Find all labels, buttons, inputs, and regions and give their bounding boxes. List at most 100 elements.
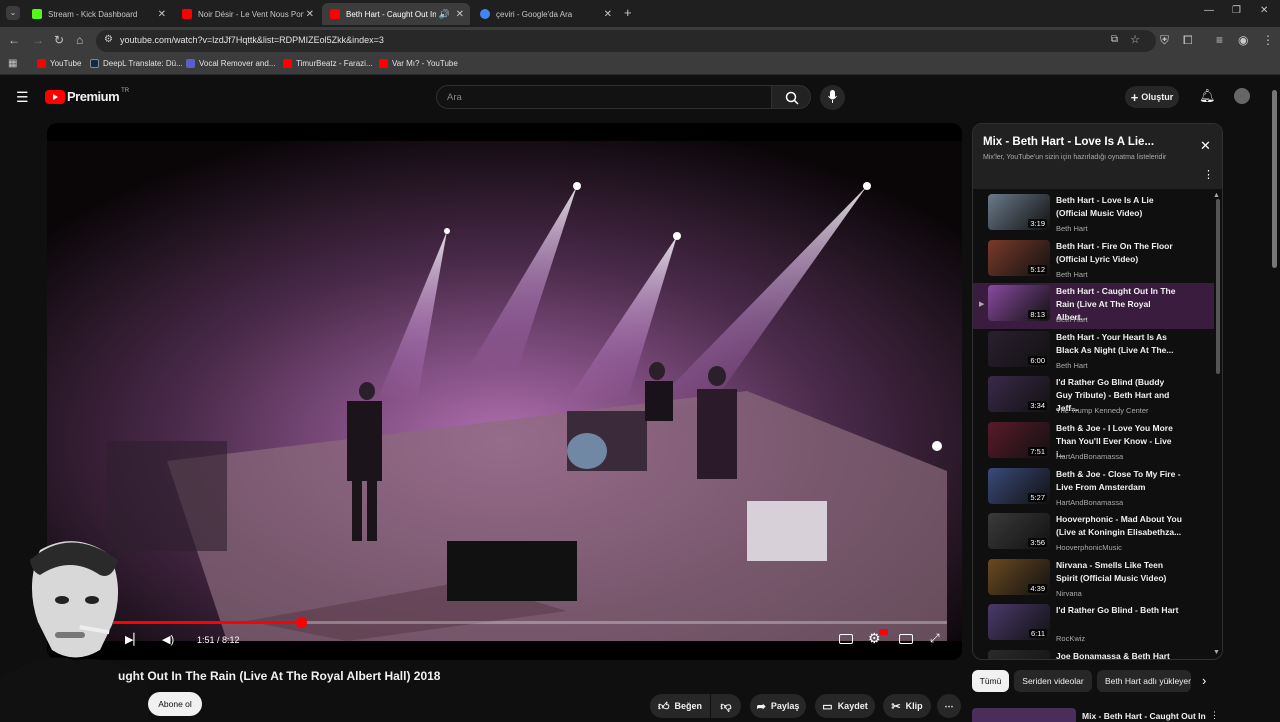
maximize-icon[interactable]: ❐ (1232, 5, 1241, 16)
new-tab-icon[interactable]: + (624, 5, 632, 20)
reload-icon[interactable]: ↻ (54, 33, 64, 47)
scroll-down-icon[interactable]: ▼ (1213, 649, 1220, 656)
close-window-icon[interactable]: ✕ (1260, 5, 1268, 16)
hd-badge (879, 629, 888, 635)
chip-uploader[interactable]: Beth Hart adlı yükleyen (1097, 670, 1191, 692)
tab-label: Beth Hart - Caught Out In T (346, 9, 436, 19)
profile-icon[interactable]: ◉ (1238, 33, 1248, 47)
streamer-webcam-overlay (0, 541, 148, 720)
close-playlist-icon[interactable]: ✕ (1200, 138, 1211, 154)
create-button[interactable]: + Oluştur (1125, 86, 1179, 108)
video-thumbnail: 3:56 (988, 513, 1050, 550)
video-title: Nirvana - Smells Like Teen Spirit (Offic… (1056, 559, 1167, 583)
clip-button[interactable]: ✂ Klip (883, 694, 931, 718)
close-tab-icon[interactable]: ✕ (158, 9, 166, 20)
notifications-bell-icon[interactable]: 🔔︎ (1199, 88, 1216, 104)
playlist-item-current[interactable]: ▶ 8:13 Beth Hart - Caught Out In The Rain … (973, 283, 1214, 330)
extension-shield-icon[interactable]: ⛨ (1160, 33, 1169, 48)
browser-menu-icon[interactable]: ⋮ (1262, 33, 1274, 47)
playlist-item[interactable]: Joe Bonamassa & Beth Hart (973, 648, 1214, 660)
video-thumbnail (988, 650, 1050, 659)
site-info-icon[interactable]: ⚙ (104, 34, 113, 45)
close-tab-icon[interactable]: ✕ (306, 9, 314, 20)
forward-icon[interactable]: → (32, 33, 44, 47)
close-tab-icon[interactable]: ✕ (604, 9, 612, 20)
more-actions-button[interactable]: ⋯ (937, 694, 961, 718)
playlist-item[interactable]: 5:27 Beth & Joe - Close To My Fire - Live… (973, 466, 1214, 512)
subscribe-button[interactable]: Abone ol (148, 692, 202, 716)
volume-icon[interactable]: ◀︎) (162, 633, 174, 646)
fullscreen-icon[interactable]: ⤢ (930, 631, 940, 646)
progress-bar[interactable] (113, 617, 947, 628)
playlist-menu-icon[interactable]: ⋮ (1203, 168, 1214, 181)
video-title: Beth Hart - Love Is A Lie (Official Musi… (1056, 195, 1154, 218)
search-button[interactable] (771, 85, 811, 109)
bookmark-star-icon[interactable]: ☆ (1130, 33, 1140, 46)
playlist-item[interactable]: 7:51 Beth & Joe - I Love You More Than Yo… (973, 420, 1214, 466)
subtitles-icon[interactable] (839, 634, 853, 644)
channel-name: Beth Hart (1056, 269, 1088, 279)
chip-all[interactable]: Tümü (972, 670, 1009, 692)
video-frame (47, 141, 962, 641)
save-button[interactable]: ▭ Kaydet (815, 694, 875, 718)
dislike-button[interactable]: 👎︎ (711, 694, 741, 718)
chip-series-videos[interactable]: Seriden videolar (1014, 670, 1092, 692)
playlist-title[interactable]: Mix - Beth Hart - Love Is A Lie... (983, 136, 1154, 148)
tab-label: çeviri - Google'da Ara (496, 9, 573, 19)
playlist-item[interactable]: 5:12 Beth Hart - Fire On The Floor (Offic… (973, 238, 1214, 284)
video-player[interactable]: ▶▏ ◀︎) 1:51 / 8:12 ⚙ ⤢ (47, 123, 962, 660)
bookmark-deepl[interactable]: DeepL Translate: Dü... (90, 59, 183, 68)
playlist-item[interactable]: 4:39 Nirvana - Smells Like Teen Spirit (O… (973, 557, 1214, 603)
video-duration: 3:56 (1028, 538, 1047, 548)
vocal-remover-icon (186, 59, 195, 68)
playlist-item[interactable]: 3:56 Hooverphonic - Mad About You (Live a… (973, 511, 1214, 557)
minimize-icon[interactable]: — (1204, 5, 1214, 16)
playlist-item[interactable]: 3:34 I'd Rather Go Blind (Buddy Guy Tribu… (973, 374, 1214, 420)
address-bar[interactable]: ⚙ youtube.com/watch?v=lzdJf7Hqttk&list=R… (96, 30, 1156, 52)
menu-hamburger-icon[interactable]: ☰ (16, 89, 29, 106)
bookmark-youtube[interactable]: YouTube (37, 59, 81, 68)
theater-mode-icon[interactable] (899, 634, 913, 644)
bookmark-timurbeatz[interactable]: TimurBeatz - Farazi... (283, 59, 373, 68)
apps-grid-icon[interactable]: ▦ (8, 58, 17, 69)
close-tab-icon[interactable]: ✕ (456, 9, 464, 20)
logo-region: TR (121, 87, 130, 94)
video-thumbnail: 5:27 (988, 467, 1050, 504)
like-button[interactable]: 👍︎ Beğen (650, 694, 710, 718)
tab-label: Noir Désir - Le Vent Nous Porte (198, 9, 304, 19)
channel-name: HartAndBonamassa (1056, 452, 1124, 461)
video-title: Joe Bonamassa & Beth Hart (1056, 651, 1170, 660)
tab-beth-hart[interactable]: Beth Hart - Caught Out In T 🔊 ✕ (322, 3, 470, 25)
youtube-premium-logo[interactable]: Premium TR (45, 87, 130, 104)
tab-kick-dashboard[interactable]: Stream - Kick Dashboard ✕ (24, 3, 172, 25)
scroll-up-icon[interactable]: ▲ (1213, 192, 1220, 199)
bookmark-var-mi[interactable]: Var Mı? - YouTube (379, 59, 458, 68)
playlist-item[interactable]: 6:00 Beth Hart - Your Heart Is As Black A… (973, 329, 1214, 375)
install-app-icon[interactable]: ⧉ (1111, 34, 1118, 45)
page-scrollbar[interactable] (1272, 90, 1277, 268)
playlist-scrollbar[interactable] (1216, 199, 1220, 374)
audio-playing-icon[interactable]: 🔊 (439, 9, 450, 20)
next-mix-menu-icon[interactable]: ⋮ (1210, 710, 1219, 721)
media-controls-icon[interactable]: ≡ (1216, 33, 1223, 47)
bookmark-vocal-remover[interactable]: Vocal Remover and... (186, 59, 275, 68)
home-icon[interactable]: ⌂ (76, 33, 83, 47)
channel-name: HooverphonicMusic (1056, 543, 1122, 553)
avatar[interactable] (1234, 88, 1250, 104)
tab-noir-desir[interactable]: Noir Désir - Le Vent Nous Porte ✕ (174, 3, 320, 25)
extensions-icon[interactable]: ⧠ (1183, 33, 1193, 48)
share-button[interactable]: ➦ Paylaş (750, 694, 806, 718)
search-icon (785, 91, 799, 105)
bookmark-label: YouTube (50, 59, 82, 68)
browser-toolbar: ← → ↻ ⌂ ⚙ youtube.com/watch?v=lzdJf7Hqtt… (0, 27, 1280, 55)
playlist-item[interactable]: 3:19 Beth Hart - Love Is A Lie (Official … (973, 192, 1214, 238)
playlist-item[interactable]: 6:11 I'd Rather Go Blind - Beth Hart RocKw… (973, 602, 1214, 648)
tab-google-search[interactable]: çeviri - Google'da Ara ✕ (472, 3, 618, 25)
youtube-icon (283, 59, 292, 68)
plus-icon: + (1130, 89, 1139, 105)
voice-search-button[interactable] (820, 85, 845, 110)
back-icon[interactable]: ← (8, 33, 20, 47)
search-input[interactable]: Ara (436, 85, 772, 109)
chips-next-icon[interactable]: › (1202, 673, 1206, 688)
tab-search-icon[interactable]: ⌄ (6, 6, 20, 20)
